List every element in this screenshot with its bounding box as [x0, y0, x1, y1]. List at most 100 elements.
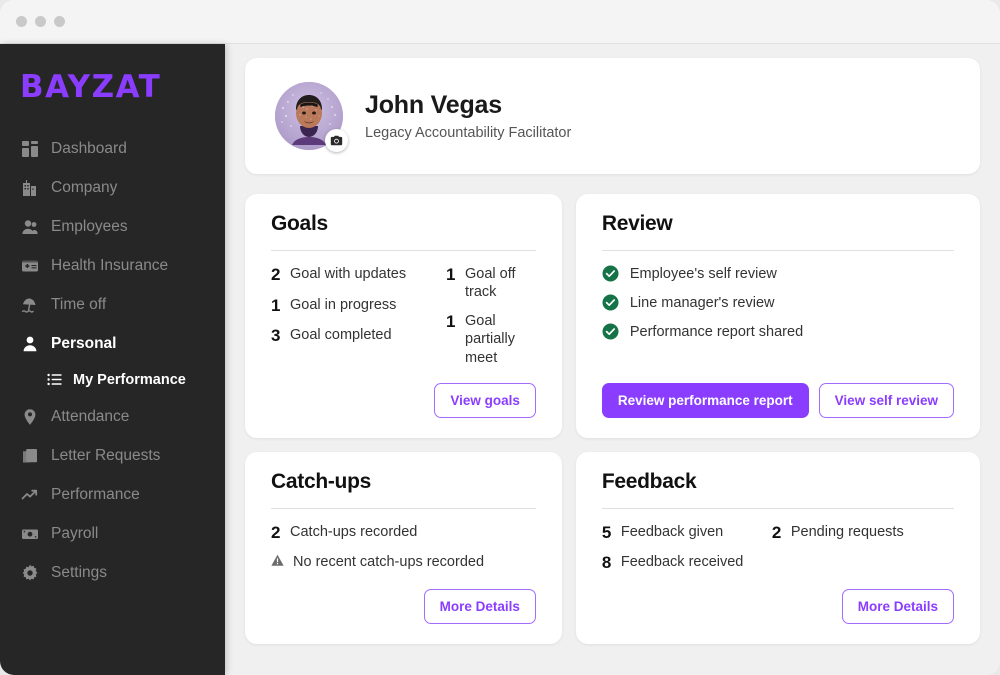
check-circle-icon — [602, 323, 619, 340]
sidebar-item-employees[interactable]: Employees — [0, 207, 225, 246]
sidebar-item-label: Personal — [51, 334, 117, 352]
sidebar-subitem-label: My Performance — [73, 372, 186, 388]
stat-row: 1 Goal in progress — [271, 296, 446, 316]
sidebar-item-label: Dashboard — [51, 139, 127, 157]
feedback-title: Feedback — [601, 469, 697, 493]
divider — [271, 250, 536, 251]
insurance-card-icon — [20, 256, 39, 275]
sidebar-item-label: Letter Requests — [51, 446, 161, 464]
catchups-more-details-button[interactable]: More Details — [423, 588, 536, 624]
catchups-stats: 2 Catch-ups recorded No recent catch-ups… — [271, 523, 536, 573]
stat-count: 1 — [271, 295, 281, 315]
stat-label: Goal with updates — [290, 266, 407, 282]
window-close-dot[interactable] — [16, 16, 27, 27]
review-card: Review Employee's self review Line manag… — [575, 194, 980, 438]
documents-icon — [20, 446, 39, 465]
check-circle-icon — [602, 265, 619, 282]
money-icon — [20, 524, 39, 543]
stat-row: 3 Goal completed — [271, 326, 446, 346]
dashboard-grid: Goals 2 Goal with updates 1 Goal in prog… — [245, 194, 980, 644]
stat-row: 1 Goal partially meet — [446, 312, 536, 366]
profile-header-card: John Vegas Legacy Accountability Facilit… — [245, 58, 980, 174]
person-icon — [20, 334, 39, 353]
feedback-more-details-button[interactable]: More Details — [841, 588, 954, 624]
stat-count: 3 — [271, 326, 281, 346]
stat-label: Goal in progress — [290, 296, 397, 313]
list-item: Employee's self review — [602, 265, 954, 282]
view-self-review-button[interactable]: View self review — [818, 382, 954, 418]
sidebar-item-performance[interactable]: Performance — [0, 475, 225, 514]
sidebar-item-payroll[interactable]: Payroll — [0, 514, 225, 553]
stat-count: 8 — [601, 553, 612, 573]
catchups-actions: More Details — [271, 573, 536, 624]
window-minimize-dot[interactable] — [35, 16, 46, 27]
sidebar-item-dashboard[interactable]: Dashboard — [0, 129, 225, 168]
sidebar-item-health-insurance[interactable]: Health Insurance — [0, 246, 225, 285]
list-item-label: Line manager's review — [629, 294, 775, 311]
list-icon — [47, 372, 63, 388]
page-title: John Vegas — [365, 91, 502, 119]
building-icon — [20, 178, 39, 197]
camera-icon[interactable] — [325, 129, 348, 152]
review-actions: Review performance report View self revi… — [601, 367, 954, 418]
stat-label: Goal off track — [465, 266, 516, 301]
goals-stats: 2 Goal with updates 1 Goal in progress 3… — [271, 265, 536, 367]
divider — [271, 507, 536, 509]
feedback-actions: More Details — [602, 573, 954, 624]
stat-label: Goal completed — [290, 327, 392, 344]
list-item: Line manager's review — [602, 294, 954, 311]
view-goals-button[interactable]: View goals — [434, 382, 536, 418]
sidebar-item-settings[interactable]: Settings — [0, 553, 225, 592]
app-window: BAYZAT Dashboard Company Employees Healt… — [0, 0, 1000, 675]
goals-title: Goals — [271, 212, 328, 235]
divider — [601, 507, 954, 509]
stat-count: 2 — [271, 265, 281, 284]
list-item: Performance report shared — [602, 323, 954, 340]
catchups-title: Catch-ups — [271, 469, 371, 493]
catchups-card: Catch-ups 2 Catch-ups recorded No recent… — [245, 451, 562, 644]
stat-label: Catch-ups recorded — [290, 523, 418, 540]
stat-row: 2 Catch-ups recorded — [271, 523, 536, 543]
stat-label: Feedback given — [620, 523, 724, 540]
sidebar-item-company[interactable]: Company — [0, 168, 225, 207]
stat-row: 2 Pending requests — [772, 523, 954, 543]
sidebar: BAYZAT Dashboard Company Employees Healt… — [0, 44, 225, 675]
divider — [601, 250, 954, 251]
stat-count: 1 — [446, 265, 456, 284]
sidebar-item-attendance[interactable]: Attendance — [0, 397, 225, 436]
sidebar-item-label: Health Insurance — [51, 256, 169, 274]
stat-label: Goal partially meet — [465, 313, 515, 366]
list-item-label: Performance report shared — [629, 323, 804, 340]
goals-actions: View goals — [271, 367, 536, 418]
sidebar-item-label: Attendance — [51, 407, 130, 425]
sidebar-item-personal[interactable]: Personal — [0, 324, 225, 363]
review-checklist: Employee's self review Line manager's re… — [602, 265, 954, 340]
check-circle-icon — [602, 294, 619, 311]
sidebar-item-label: Performance — [51, 485, 140, 503]
review-title: Review — [601, 212, 673, 235]
stat-row: 8 Feedback received — [602, 553, 772, 573]
dashboard-icon — [20, 139, 39, 158]
sidebar-item-label: Employees — [51, 217, 128, 235]
avatar[interactable] — [275, 82, 348, 152]
sidebar-item-letter-requests[interactable]: Letter Requests — [0, 436, 225, 475]
stat-count: 5 — [601, 522, 612, 542]
bayzat-logo[interactable]: BAYZAT — [0, 60, 225, 129]
sidebar-subitem-my-performance[interactable]: My Performance — [0, 363, 225, 397]
feedback-stats: 5 Feedback given 8 Feedback received 2 P… — [602, 523, 954, 573]
stat-row: 2 Goal with updates — [271, 265, 446, 285]
review-performance-report-button[interactable]: Review performance report — [601, 382, 809, 418]
window-titlebar — [0, 0, 1000, 44]
catchups-warning-row: No recent catch-ups recorded — [271, 553, 536, 572]
sidebar-item-label: Company — [51, 178, 118, 196]
goals-card: Goals 2 Goal with updates 1 Goal in prog… — [245, 194, 562, 438]
stat-label: Feedback received — [620, 554, 744, 571]
sidebar-item-time-off[interactable]: Time off — [0, 285, 225, 324]
window-maximize-dot[interactable] — [54, 16, 65, 27]
warning-triangle-icon — [271, 554, 285, 572]
stat-count: 2 — [771, 522, 782, 542]
list-item-label: Employee's self review — [629, 265, 777, 282]
stat-label: Pending requests — [790, 523, 904, 540]
stat-row: 5 Feedback given — [602, 523, 772, 543]
sidebar-item-label: Settings — [51, 563, 108, 581]
